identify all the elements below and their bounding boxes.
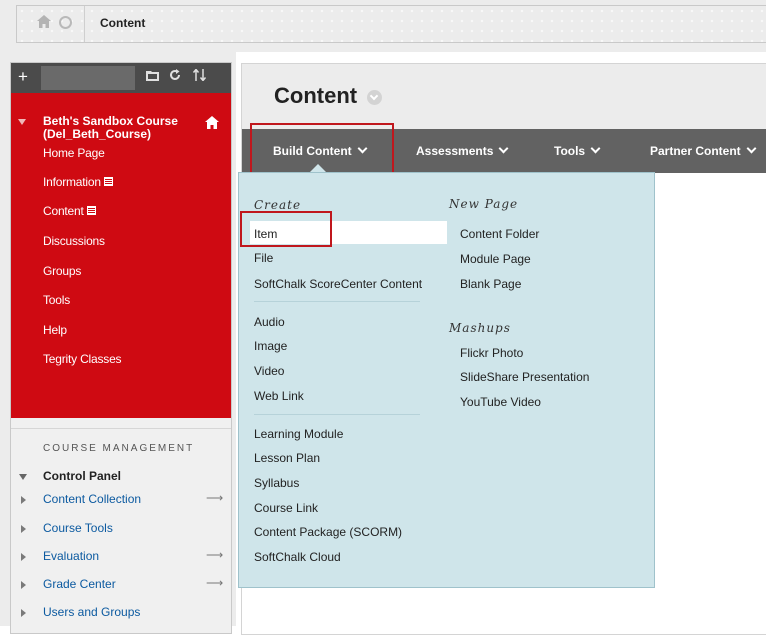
cp-item-evaluation[interactable]: Evaluation	[43, 549, 99, 563]
nav-item-groups[interactable]: Groups	[43, 264, 81, 278]
menu-item-image[interactable]: Image	[254, 339, 287, 353]
course-menu: Beth's Sandbox Course (Del_Beth_Course) …	[11, 93, 231, 418]
content-header: Content	[242, 64, 766, 129]
nav-item-information[interactable]: Information	[43, 175, 113, 189]
expand-icon[interactable]	[21, 581, 26, 589]
menu-item-file[interactable]: File	[254, 251, 273, 265]
home-icon[interactable]	[37, 15, 51, 33]
collapse-icon[interactable]	[19, 474, 27, 480]
course-management-heading: COURSE MANAGEMENT	[43, 443, 195, 454]
collapse-icon[interactable]	[18, 119, 26, 125]
arrow-right-icon[interactable]: ⟶	[206, 491, 223, 505]
nav-item-label: Content	[43, 204, 84, 218]
chevron-down-icon[interactable]	[367, 90, 382, 105]
panel-toolbar: +	[11, 63, 231, 93]
nav-item-label: Information	[43, 175, 101, 189]
breadcrumb-current: Content	[100, 16, 146, 30]
control-panel-heading[interactable]: Control Panel	[43, 469, 121, 483]
refresh-icon[interactable]	[169, 69, 181, 84]
menu-item-flickr-photo[interactable]: Flickr Photo	[460, 346, 523, 360]
dropdown-pointer	[310, 164, 326, 172]
menu-item-web-link[interactable]: Web Link	[254, 389, 304, 403]
arrow-right-icon[interactable]: ⟶	[206, 576, 223, 590]
divider	[254, 414, 420, 415]
expand-icon[interactable]	[21, 609, 26, 617]
nav-item-content[interactable]: Content	[43, 204, 96, 218]
nav-item-tools[interactable]: Tools	[43, 293, 70, 307]
menu-item-softchalk-scorecenter[interactable]: SoftChalk ScoreCenter Content	[254, 277, 422, 291]
nav-item-tegrity-classes[interactable]: Tegrity Classes	[43, 352, 122, 366]
divider	[11, 428, 231, 429]
breadcrumb: Content	[16, 5, 766, 43]
nav-item-label: Discussions	[43, 234, 105, 248]
menu-item-slideshare-presentation[interactable]: SlideShare Presentation	[460, 370, 589, 384]
chevron-down-icon[interactable]	[59, 16, 72, 29]
breadcrumb-divider	[84, 6, 85, 42]
toolbar-spacer	[41, 66, 135, 90]
cp-item-course-tools[interactable]: Course Tools	[43, 521, 113, 535]
folder-view-icon[interactable]	[146, 69, 159, 84]
nav-item-label: Home Page	[43, 146, 105, 160]
highlight-box	[240, 211, 332, 247]
menu-item-content-folder[interactable]: Content Folder	[460, 227, 539, 241]
menu-item-syllabus[interactable]: Syllabus	[254, 476, 299, 490]
expand-icon[interactable]	[21, 496, 26, 504]
nav-item-label: Tegrity Classes	[43, 352, 122, 366]
create-heading: Create	[254, 198, 302, 212]
cp-item-grade-center[interactable]: Grade Center	[43, 577, 116, 591]
cp-item-content-collection[interactable]: Content Collection	[43, 492, 141, 506]
nav-item-help[interactable]: Help	[43, 323, 67, 337]
nav-item-discussions[interactable]: Discussions	[43, 234, 105, 248]
mashups-heading: Mashups	[449, 321, 511, 335]
breadcrumb-area: Content	[0, 0, 766, 52]
add-menu-item-icon[interactable]: +	[18, 68, 28, 86]
menu-item-content-package-scorm[interactable]: Content Package (SCORM)	[254, 525, 402, 539]
menu-item-learning-module[interactable]: Learning Module	[254, 427, 343, 441]
chevron-down-icon	[590, 143, 601, 154]
nav-item-label: Help	[43, 323, 67, 337]
menu-item-video[interactable]: Video	[254, 364, 284, 378]
menu-item-lesson-plan[interactable]: Lesson Plan	[254, 451, 320, 465]
expand-icon[interactable]	[21, 553, 26, 561]
nav-item-home-page[interactable]: Home Page	[43, 146, 105, 160]
new-page-heading: New Page	[449, 197, 519, 211]
menu-item-audio[interactable]: Audio	[254, 315, 285, 329]
course-menu-panel: + Beth's Sandbox Course (Del_Beth_Course…	[10, 62, 232, 634]
menu-item-blank-page[interactable]: Blank Page	[460, 277, 521, 291]
assessments-button[interactable]: Assessments	[416, 143, 509, 158]
menu-label: Assessments	[416, 144, 494, 158]
chevron-down-icon	[746, 143, 757, 154]
menu-label: Tools	[554, 144, 586, 158]
course-title[interactable]: Beth's Sandbox Course (Del_Beth_Course)	[43, 115, 193, 141]
page-badge-icon	[103, 177, 113, 186]
page-badge-icon	[86, 206, 96, 215]
menu-label: Partner Content	[650, 144, 741, 158]
nav-item-label: Groups	[43, 264, 82, 278]
nav-item-label: Tools	[43, 293, 71, 307]
menu-item-course-link[interactable]: Course Link	[254, 501, 318, 515]
tools-button[interactable]: Tools	[554, 143, 601, 158]
partner-content-button[interactable]: Partner Content	[650, 143, 757, 158]
course-home-icon[interactable]	[205, 116, 219, 134]
menu-item-softchalk-cloud[interactable]: SoftChalk Cloud	[254, 550, 341, 564]
chevron-down-icon	[498, 143, 509, 154]
left-column: + Beth's Sandbox Course (Del_Beth_Course…	[0, 52, 236, 634]
page-title: Content	[274, 83, 358, 108]
divider	[254, 301, 420, 302]
expand-icon[interactable]	[21, 525, 26, 533]
menu-item-module-page[interactable]: Module Page	[460, 252, 531, 266]
reorder-icon[interactable]	[192, 68, 207, 84]
arrow-right-icon[interactable]: ⟶	[206, 548, 223, 562]
cp-item-users-and-groups[interactable]: Users and Groups	[43, 605, 140, 619]
menu-item-youtube-video[interactable]: YouTube Video	[460, 395, 541, 409]
